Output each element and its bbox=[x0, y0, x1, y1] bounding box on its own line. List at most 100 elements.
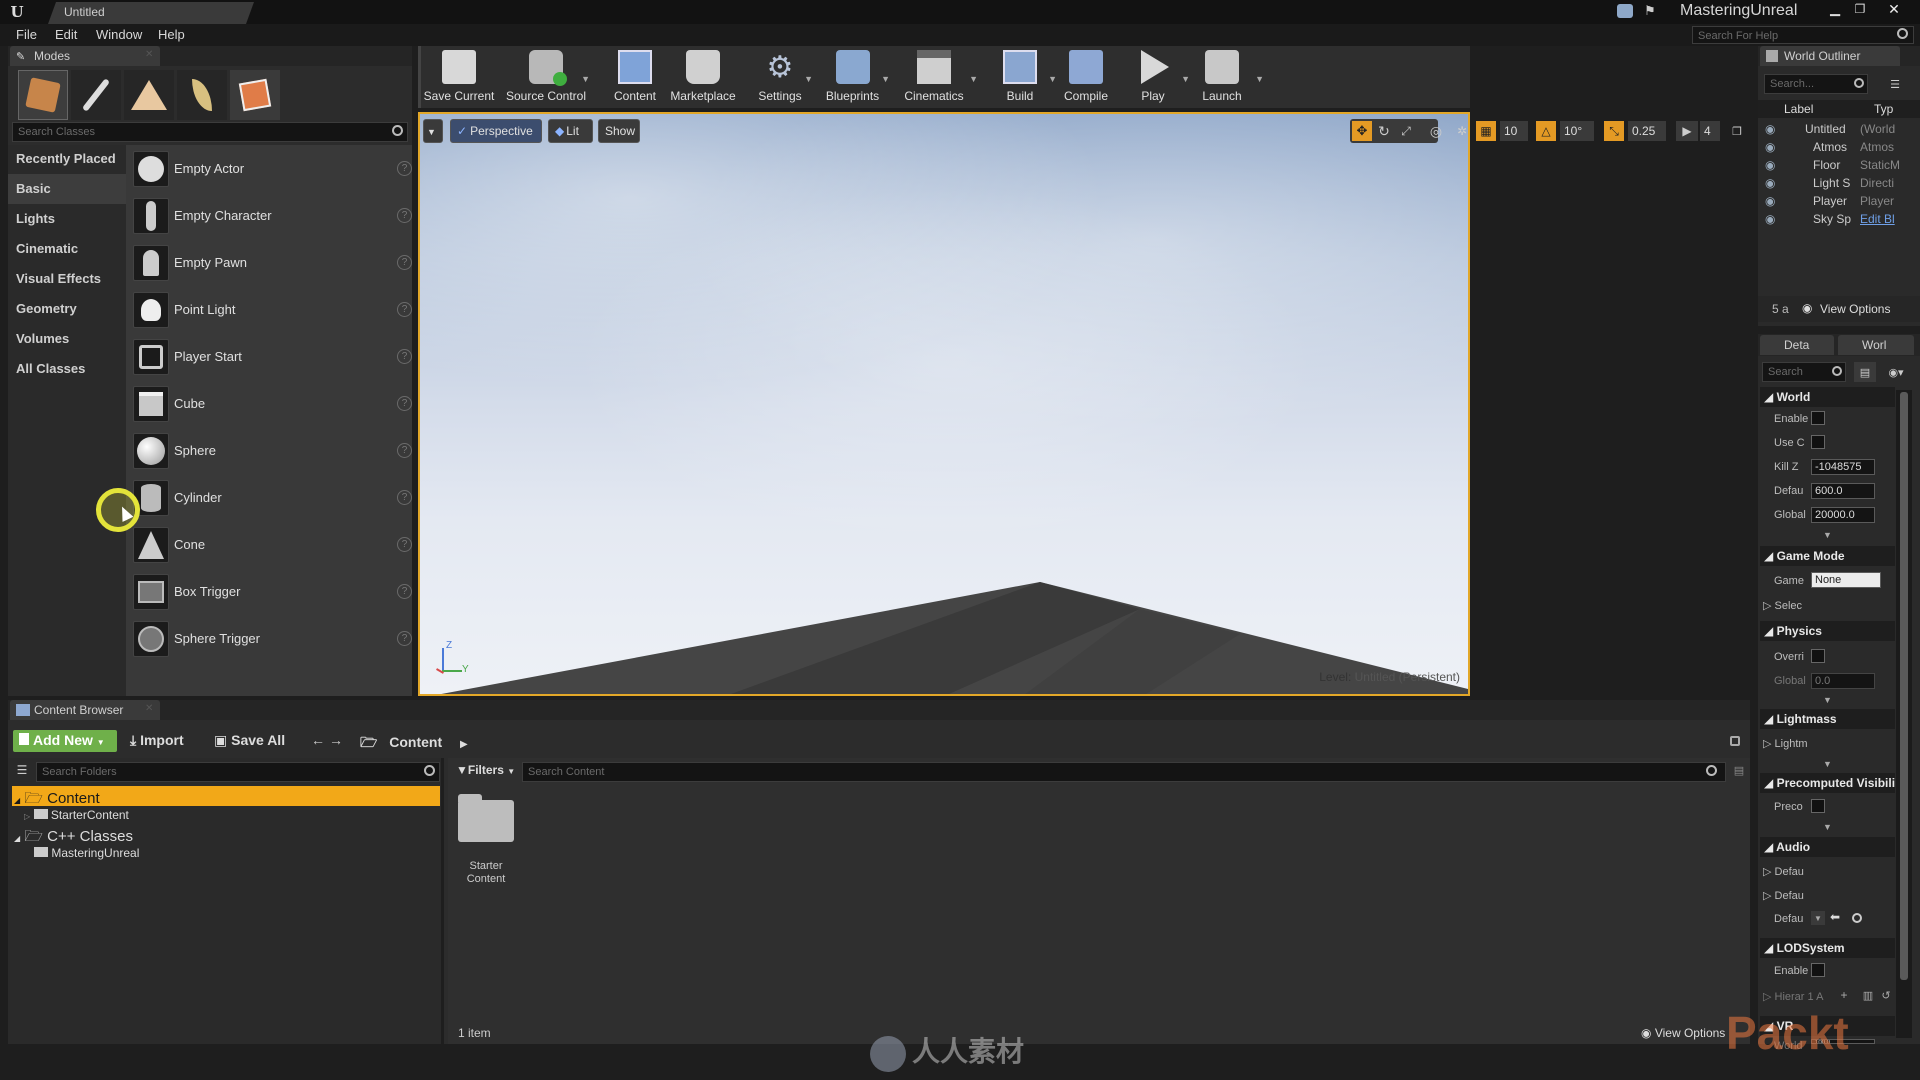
camera-speed-value[interactable]: 4 bbox=[1700, 121, 1720, 141]
checkbox[interactable] bbox=[1811, 649, 1825, 663]
lit-button[interactable]: ◆ Lit bbox=[548, 119, 593, 143]
prop-lightmass-settings[interactable]: ▷ Lightm bbox=[1763, 737, 1808, 750]
prop-default-reverb[interactable]: ▷ Defau bbox=[1763, 865, 1804, 878]
prop-hierarchical-lod[interactable]: ▷ Hierar 1 A bbox=[1763, 990, 1823, 1003]
place-item-player-start[interactable]: Player Start? bbox=[130, 335, 412, 381]
geometry-mode-button[interactable] bbox=[230, 70, 280, 120]
place-item-cube[interactable]: Cube? bbox=[130, 382, 412, 428]
use-selected-arrow-icon[interactable]: ⬅ bbox=[1828, 910, 1842, 924]
scale-icon[interactable]: ⤢ bbox=[1396, 121, 1416, 141]
save-current-button[interactable]: Save Current bbox=[420, 46, 498, 108]
place-item-sphere-trigger[interactable]: Sphere Trigger? bbox=[130, 617, 412, 663]
scale-snap-value[interactable]: 0.25 bbox=[1628, 121, 1666, 141]
search-icon[interactable] bbox=[1897, 28, 1908, 39]
section-world[interactable]: ◢ World bbox=[1760, 387, 1895, 407]
back-arrow-icon[interactable]: ← bbox=[310, 732, 326, 748]
add-new-button[interactable]: Add New ▼ bbox=[13, 730, 117, 752]
dropdown-arrow-icon[interactable]: ▼ bbox=[969, 74, 978, 84]
category-volumes[interactable]: Volumes bbox=[16, 331, 69, 346]
help-icon[interactable]: ? bbox=[397, 584, 412, 599]
place-item-box-trigger[interactable]: Box Trigger? bbox=[130, 570, 412, 616]
default-gravity-input[interactable]: 600.0 bbox=[1811, 483, 1875, 499]
sources-toggle-icon[interactable]: ☰ bbox=[14, 762, 30, 778]
build-button[interactable]: Build ▼ bbox=[985, 46, 1057, 108]
content-button[interactable]: Content bbox=[605, 46, 665, 108]
place-item-cone[interactable]: Cone? bbox=[130, 523, 412, 569]
world-space-icon[interactable]: ◎ bbox=[1426, 121, 1446, 141]
content-browser-tab[interactable]: Content Browser bbox=[10, 700, 160, 720]
visibility-eye-icon[interactable]: ◉ bbox=[1765, 176, 1775, 190]
place-item-cylinder[interactable]: Cylinder? bbox=[130, 476, 412, 522]
dropdown-arrow-icon[interactable]: ▼ bbox=[1255, 74, 1264, 84]
source-control-button[interactable]: Source Control ▼ bbox=[502, 46, 590, 108]
place-item-empty-actor[interactable]: Empty Actor? bbox=[130, 147, 412, 193]
search-folders-input[interactable]: Search Folders bbox=[36, 762, 440, 782]
asset-tile-starter-content[interactable]: Starter Content bbox=[454, 792, 518, 888]
level-viewport[interactable]: Z Y Level: Untitled (Persistent) bbox=[418, 112, 1470, 696]
outliner-settings-icon[interactable]: ☰ bbox=[1886, 76, 1904, 92]
perspective-button[interactable]: ✓ Perspective bbox=[450, 119, 542, 143]
expanded-arrow-icon[interactable]: ◢ bbox=[14, 834, 20, 843]
dropdown-arrow-icon[interactable]: ▼ bbox=[581, 74, 590, 84]
menu-edit[interactable]: Edit bbox=[55, 27, 77, 42]
launch-button[interactable]: Launch ▼ bbox=[1192, 46, 1264, 108]
help-icon[interactable]: ? bbox=[397, 161, 412, 176]
expand-advanced-icon[interactable]: ▼ bbox=[1823, 530, 1832, 540]
world-settings-tab[interactable]: Worl bbox=[1838, 335, 1914, 355]
help-icon[interactable]: ? bbox=[397, 396, 412, 411]
help-icon[interactable]: ? bbox=[397, 208, 412, 223]
help-icon[interactable]: ? bbox=[397, 302, 412, 317]
section-lod-system[interactable]: ◢ LODSystem bbox=[1760, 938, 1895, 958]
forward-arrow-icon[interactable]: → bbox=[328, 732, 344, 748]
translate-icon[interactable]: ✥ bbox=[1352, 121, 1372, 141]
place-item-empty-pawn[interactable]: Empty Pawn? bbox=[130, 241, 412, 287]
category-cinematic[interactable]: Cinematic bbox=[16, 241, 78, 256]
section-game-mode[interactable]: ◢ Game Mode bbox=[1760, 546, 1895, 566]
category-basic[interactable]: Basic bbox=[16, 181, 51, 196]
settings-button[interactable]: ⚙ Settings ▼ bbox=[745, 46, 815, 108]
visibility-eye-icon[interactable]: ◉ bbox=[1765, 140, 1775, 154]
compile-button[interactable]: Compile bbox=[1056, 46, 1116, 108]
details-scrollbar[interactable] bbox=[1896, 390, 1912, 1038]
outliner-row[interactable]: ◉ Atmos Atmos bbox=[1765, 140, 1920, 158]
details-tab[interactable]: Deta bbox=[1760, 335, 1834, 355]
outliner-row[interactable]: ◉ Player Player bbox=[1765, 194, 1920, 212]
visibility-eye-icon[interactable]: ◉ bbox=[1765, 194, 1775, 208]
checkbox[interactable] bbox=[1811, 435, 1825, 449]
outliner-row[interactable]: ◉ Untitled (World bbox=[1765, 122, 1920, 140]
details-view-eye-icon[interactable]: ◉▾ bbox=[1882, 362, 1910, 382]
menu-file[interactable]: File bbox=[16, 27, 37, 42]
grid-snap-value[interactable]: 10 bbox=[1500, 121, 1528, 141]
outliner-row[interactable]: ◉ Floor StaticM bbox=[1765, 158, 1920, 176]
grid-snap-icon[interactable]: ▦ bbox=[1476, 121, 1496, 141]
trash-icon[interactable]: ▥ bbox=[1862, 988, 1874, 1002]
expanded-arrow-icon[interactable]: ◢ bbox=[14, 796, 20, 805]
notifications-icon[interactable]: ⚑ bbox=[1642, 3, 1658, 19]
help-icon[interactable]: ? bbox=[397, 443, 412, 458]
outliner-row[interactable]: ◉ Sky Sp Edit Bl bbox=[1765, 212, 1920, 230]
checkbox[interactable] bbox=[1811, 963, 1825, 977]
outliner-row[interactable]: ◉ Light S Directi bbox=[1765, 176, 1920, 194]
feedback-icon[interactable] bbox=[1617, 4, 1633, 18]
section-physics[interactable]: ◢ Physics bbox=[1760, 621, 1895, 641]
marketplace-button[interactable]: Marketplace bbox=[666, 46, 740, 108]
tree-item-starter-content[interactable]: ▷ StarterContent bbox=[24, 808, 129, 822]
modes-tab[interactable]: Modes bbox=[10, 46, 160, 66]
category-all-classes[interactable]: All Classes bbox=[16, 361, 85, 376]
visibility-eye-icon[interactable]: ◉ bbox=[1765, 122, 1775, 136]
help-icon[interactable]: ? bbox=[397, 631, 412, 646]
category-recently-placed[interactable]: Recently Placed bbox=[16, 151, 116, 166]
checkbox[interactable] bbox=[1811, 411, 1825, 425]
surface-snap-icon[interactable]: ✲ bbox=[1452, 121, 1472, 141]
unreal-logo-icon[interactable]: U bbox=[6, 2, 28, 22]
collapsed-arrow-icon[interactable]: ▷ bbox=[24, 812, 30, 821]
content-view-options[interactable]: ◉ View Options bbox=[1641, 1026, 1725, 1040]
menu-help[interactable]: Help bbox=[158, 27, 185, 42]
cinematics-button[interactable]: Cinematics ▼ bbox=[896, 46, 978, 108]
add-element-icon[interactable]: + bbox=[1838, 988, 1850, 1002]
dropdown-arrow-icon[interactable]: ▼ bbox=[1181, 74, 1190, 84]
outliner-view-options[interactable]: View Options bbox=[1820, 302, 1890, 316]
minimize-icon[interactable]: ▁ bbox=[1825, 1, 1845, 17]
landscape-mode-button[interactable] bbox=[124, 70, 174, 120]
tab-close-icon[interactable]: ✕ bbox=[145, 703, 153, 714]
